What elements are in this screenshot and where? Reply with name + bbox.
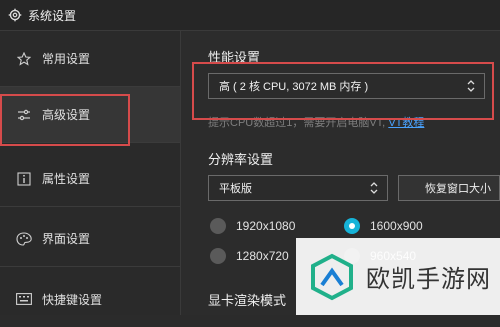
sidebar-item-interface[interactable]: 界面设置 <box>0 211 180 267</box>
sidebar: 常用设置 高级设置 属性设置 界面设置 快捷键设置 <box>0 31 181 315</box>
resolution-option-1600[interactable]: 1600x900 <box>344 218 423 234</box>
info-icon <box>16 171 32 187</box>
sidebar-item-label: 属性设置 <box>42 172 91 186</box>
radio-label: 1280x720 <box>236 249 289 263</box>
watermark-text: 欧凯手游网 <box>366 265 491 293</box>
sidebar-item-label: 快捷键设置 <box>42 292 103 307</box>
chevron-updown-icon <box>370 182 378 194</box>
restore-window-size-button[interactable]: 恢复窗口大小 <box>398 175 500 201</box>
radio-unselected-icon <box>210 218 226 234</box>
sidebar-item-properties[interactable]: 属性设置 <box>0 151 180 207</box>
highlight-box-performance <box>192 62 494 120</box>
resolution-title: 分辨率设置 <box>208 152 274 167</box>
radio-selected-icon <box>344 218 360 234</box>
resolution-option-1920[interactable]: 1920x1080 <box>210 218 295 234</box>
window-title: 系统设置 <box>28 8 77 23</box>
palette-icon <box>16 231 32 247</box>
sidebar-item-label: 界面设置 <box>42 232 91 246</box>
resolution-mode-value: 平板版 <box>219 183 252 195</box>
radio-label: 1600x900 <box>370 219 423 233</box>
keyboard-icon <box>16 291 32 307</box>
resolution-option-1280[interactable]: 1280x720 <box>210 248 289 264</box>
title-bar: 系统设置 <box>0 0 500 31</box>
watermark-logo-icon <box>311 253 353 300</box>
radio-unselected-icon <box>210 248 226 264</box>
sidebar-item-shortcuts[interactable]: 快捷键设置 <box>0 271 180 327</box>
highlight-box-sidebar <box>0 94 130 146</box>
sidebar-item-label: 常用设置 <box>42 52 91 66</box>
resolution-mode-select[interactable]: 平板版 <box>208 175 388 201</box>
sidebar-item-common[interactable]: 常用设置 <box>0 31 180 87</box>
watermark: 欧凯手游网 <box>296 238 500 315</box>
radio-label: 1920x1080 <box>236 219 296 233</box>
star-icon <box>16 51 32 67</box>
settings-gear-icon <box>8 8 22 22</box>
render-mode-title: 显卡渲染模式 <box>208 293 287 308</box>
restore-window-size-label: 恢复窗口大小 <box>425 183 491 195</box>
